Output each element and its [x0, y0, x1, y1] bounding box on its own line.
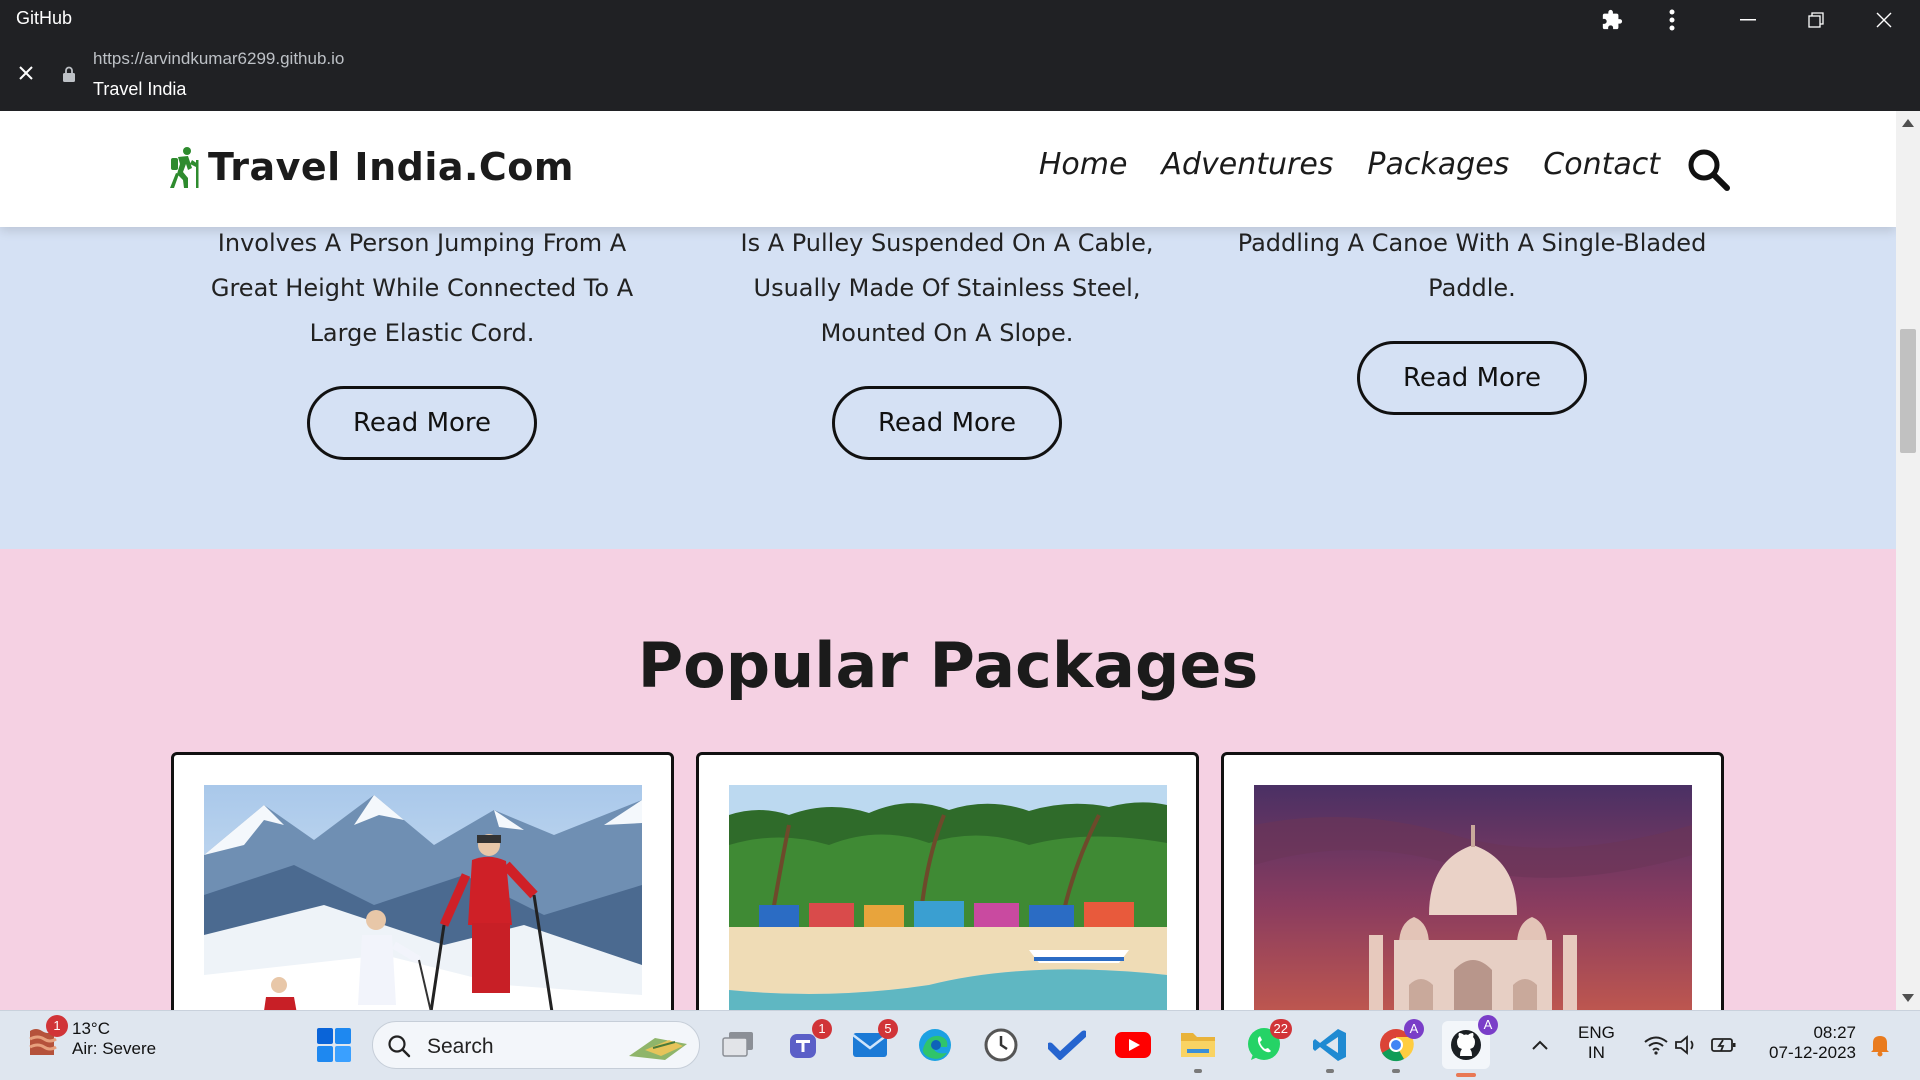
package-card[interactable]	[696, 752, 1199, 1010]
close-window-icon[interactable]	[1862, 6, 1906, 34]
lock-icon	[63, 66, 75, 82]
scroll-up-arrow[interactable]	[1902, 119, 1914, 127]
taskbar-search[interactable]: Search	[372, 1021, 700, 1069]
todo-icon[interactable]	[1047, 1025, 1087, 1065]
running-indicator	[1392, 1069, 1400, 1073]
package-card[interactable]	[171, 752, 674, 1010]
volume-icon[interactable]	[1666, 1025, 1706, 1065]
whatsapp-badge: 22	[1269, 1019, 1292, 1039]
teams-icon[interactable]: 1	[784, 1019, 832, 1065]
language-indicator[interactable]: ENG IN	[1578, 1023, 1615, 1063]
task-view-icon[interactable]	[718, 1025, 758, 1065]
whatsapp-icon[interactable]: 22	[1244, 1019, 1292, 1065]
main-nav: Home Adventures Packages Contact	[1039, 147, 1660, 182]
page-title: Travel India	[93, 79, 187, 99]
nav-contact[interactable]: Contact	[1543, 147, 1660, 182]
region-code: IN	[1587, 1043, 1605, 1062]
running-indicator	[1194, 1069, 1202, 1073]
adventure-description: Involves A Person Jumping From A Great H…	[210, 229, 634, 347]
adventure-card: Is A Pulley Suspended On A Cable, Usuall…	[707, 221, 1187, 460]
hiker-icon	[170, 147, 199, 188]
read-more-button[interactable]: Read More	[1357, 341, 1587, 415]
chrome-profile-badge: A	[1404, 1019, 1424, 1039]
running-indicator	[1326, 1069, 1334, 1073]
file-explorer-icon[interactable]	[1178, 1025, 1218, 1073]
weather-icon: 1	[26, 1015, 68, 1059]
clock-app-icon[interactable]	[981, 1025, 1021, 1065]
vscode-icon[interactable]	[1310, 1025, 1350, 1073]
chrome-icon[interactable]: A	[1376, 1019, 1424, 1073]
weather-temp: 13°C	[72, 1019, 110, 1038]
extensions-icon[interactable]	[1590, 6, 1634, 34]
search-icon[interactable]	[1686, 147, 1730, 191]
nav-packages[interactable]: Packages	[1367, 147, 1509, 182]
packages-section: Popular Packages	[0, 549, 1896, 1010]
mail-icon[interactable]: 5	[850, 1019, 898, 1065]
weather-status: Air: Severe	[72, 1039, 157, 1058]
weather-badge: 1	[46, 1015, 68, 1037]
edge-icon[interactable]	[915, 1025, 955, 1065]
app-title: GitHub	[16, 8, 73, 28]
package-image-mountains	[204, 785, 642, 1010]
package-card[interactable]	[1221, 752, 1724, 1010]
minimize-icon[interactable]	[1726, 6, 1770, 34]
clock-date: 07-12-2023	[1769, 1043, 1856, 1062]
search-label: Search	[427, 1035, 494, 1058]
active-indicator	[1456, 1073, 1476, 1077]
clock-time: 08:27	[1813, 1023, 1856, 1042]
read-more-button[interactable]: Read More	[832, 386, 1062, 460]
windows-start-icon[interactable]	[314, 1025, 354, 1065]
teams-badge: 1	[812, 1019, 832, 1039]
scroll-thumb[interactable]	[1900, 329, 1916, 453]
battery-icon[interactable]	[1704, 1025, 1744, 1065]
search-icon	[388, 1035, 411, 1058]
restore-icon[interactable]	[1794, 6, 1838, 34]
scroll-down-arrow[interactable]	[1902, 994, 1914, 1002]
logo[interactable]: Travel India.Com	[168, 145, 574, 189]
browser-chrome: GitHub https://arvindkumar6299.github.io…	[0, 0, 1920, 111]
address-url[interactable]: https://arvindkumar6299.github.io	[93, 49, 344, 69]
adventure-description: Is A Pulley Suspended On A Cable, Usuall…	[740, 229, 1154, 347]
vertical-scrollbar[interactable]	[1896, 111, 1920, 1010]
nav-home[interactable]: Home	[1039, 147, 1128, 182]
mail-badge: 5	[878, 1019, 898, 1039]
logo-text: Travel India.Com	[208, 145, 575, 189]
section-title: Popular Packages	[637, 629, 1259, 702]
package-image-taj-mahal	[1254, 785, 1692, 1010]
adventure-card: Paddling A Canoe With A Single-Bladed Pa…	[1232, 221, 1712, 415]
github-profile-badge: A	[1478, 1015, 1498, 1035]
chevron-up-icon[interactable]	[1520, 1025, 1560, 1065]
site-header: Travel India.Com Home Adventures Package…	[0, 111, 1896, 227]
close-tab-icon[interactable]	[18, 62, 34, 87]
youtube-icon[interactable]	[1113, 1025, 1153, 1065]
taskbar: 1 13°C Air: Severe Search 1 5 22 A A ENG…	[0, 1010, 1920, 1080]
nav-adventures[interactable]: Adventures	[1161, 147, 1333, 182]
page-viewport: Involves A Person Jumping From A Great H…	[0, 111, 1896, 1010]
language-code: ENG	[1578, 1023, 1615, 1042]
search-highlight-icon	[629, 1038, 687, 1060]
adventure-description: Paddling A Canoe With A Single-Bladed Pa…	[1237, 229, 1707, 302]
weather-widget[interactable]: 1 13°C Air: Severe	[26, 1015, 157, 1059]
notification-bell-icon[interactable]	[1860, 1025, 1900, 1065]
github-icon[interactable]: A	[1442, 1015, 1498, 1077]
read-more-button[interactable]: Read More	[307, 386, 537, 460]
package-image-beach	[729, 785, 1167, 1010]
clock[interactable]: 08:27 07-12-2023	[1756, 1023, 1856, 1063]
adventure-card: Involves A Person Jumping From A Great H…	[182, 221, 662, 460]
menu-icon[interactable]	[1650, 6, 1694, 34]
